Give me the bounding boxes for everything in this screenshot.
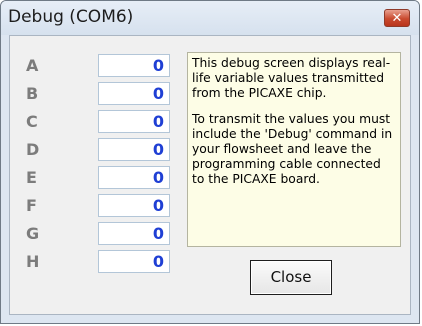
variable-label: C [26, 112, 38, 131]
variable-value: 0 [98, 110, 170, 133]
variable-value: 0 [98, 222, 170, 245]
variable-label: A [26, 56, 39, 75]
variable-value: 0 [98, 194, 170, 217]
variable-value: 0 [98, 54, 170, 77]
variable-label: G [26, 224, 40, 243]
info-paragraph-description: This debug screen displays real-life var… [192, 56, 391, 100]
variable-row-e: E 0 [10, 165, 186, 193]
debug-window: Debug (COM6) ✕ A 0 B 0 C 0 D 0 E 0 F 0 G… [0, 0, 420, 324]
close-icon: ✕ [391, 11, 403, 26]
info-text-box: This debug screen displays real-life var… [187, 52, 401, 247]
window-close-button[interactable]: ✕ [384, 9, 410, 27]
variable-row-h: H 0 [10, 249, 186, 277]
variable-row-a: A 0 [10, 53, 186, 81]
variable-label: E [26, 168, 37, 187]
debug-panel: A 0 B 0 C 0 D 0 E 0 F 0 G 0 H 0 This deb… [9, 35, 411, 315]
variable-label: B [26, 84, 39, 103]
variable-row-g: G 0 [10, 221, 186, 249]
variable-row-c: C 0 [10, 109, 186, 137]
variable-row-d: D 0 [10, 137, 186, 165]
variable-row-f: F 0 [10, 193, 186, 221]
window-title: Debug (COM6) [8, 7, 134, 27]
variable-label: H [26, 252, 40, 271]
variable-label: D [26, 140, 40, 159]
variable-value: 0 [98, 138, 170, 161]
variable-value: 0 [98, 250, 170, 273]
variable-label: F [26, 196, 37, 215]
title-bar[interactable]: Debug (COM6) ✕ [1, 1, 419, 35]
variable-row-b: B 0 [10, 81, 186, 109]
variable-value: 0 [98, 82, 170, 105]
info-paragraph-instructions: To transmit the values you must include … [192, 112, 393, 186]
variable-value: 0 [98, 166, 170, 189]
close-button[interactable]: Close [250, 260, 332, 295]
